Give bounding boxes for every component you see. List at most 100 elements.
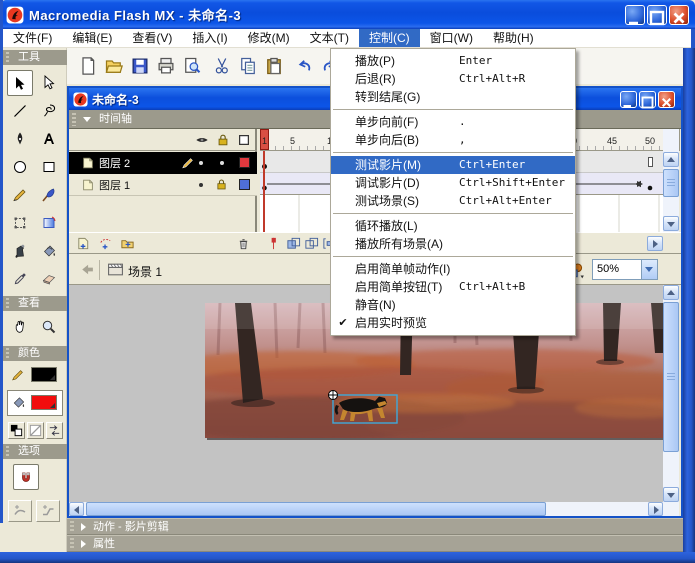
brush-tool[interactable] xyxy=(36,182,62,208)
fill-transform-tool[interactable] xyxy=(36,210,62,236)
timeline-scroll-right-button[interactable] xyxy=(647,236,663,251)
visibility-dot[interactable] xyxy=(199,161,203,165)
add-layer-button[interactable] xyxy=(75,235,92,252)
colors-section-header[interactable]: 颜色 xyxy=(3,346,67,361)
scene-name[interactable]: 场景 1 xyxy=(128,263,162,280)
doc-close-button[interactable] xyxy=(658,91,675,108)
swap-colors-button[interactable] xyxy=(46,422,63,439)
selection-tool[interactable] xyxy=(7,70,33,96)
menu-window[interactable]: 窗口(W) xyxy=(420,29,483,47)
menu-edit[interactable]: 编辑(E) xyxy=(62,29,122,47)
scroll-thumb[interactable] xyxy=(86,502,546,516)
scroll-up-button[interactable] xyxy=(663,152,679,167)
eyedropper-tool[interactable] xyxy=(7,266,33,292)
default-colors-button[interactable] xyxy=(8,422,25,439)
snap-to-objects-toggle[interactable] xyxy=(13,464,39,490)
menu-item-go-to-end[interactable]: 转到结尾(G) xyxy=(331,88,575,106)
outline-column-icon[interactable] xyxy=(237,133,251,147)
layer-row-1[interactable]: 图层 1 xyxy=(69,174,257,196)
menu-text[interactable]: 文本(T) xyxy=(300,29,359,47)
subselection-tool[interactable] xyxy=(36,70,62,96)
visibility-dot[interactable] xyxy=(199,183,203,187)
stage-vertical-scrollbar[interactable] xyxy=(663,285,679,502)
onion-skin-button[interactable] xyxy=(285,235,302,252)
menu-modify[interactable]: 修改(M) xyxy=(238,29,300,47)
layer-row-2[interactable]: 图层 2 xyxy=(69,152,257,174)
copy-icon[interactable] xyxy=(237,55,259,77)
actions-panel-header[interactable]: 动作 - 影片剪辑 xyxy=(67,518,683,535)
hand-tool[interactable] xyxy=(7,314,33,340)
menu-item-step-backward[interactable]: 单步向后(B), xyxy=(331,131,575,149)
open-icon[interactable] xyxy=(103,55,125,77)
layer-outline-color[interactable] xyxy=(239,157,250,168)
maximize-button[interactable] xyxy=(647,5,667,25)
scroll-right-button[interactable] xyxy=(648,502,663,516)
lasso-tool[interactable] xyxy=(36,98,62,124)
doc-maximize-button[interactable] xyxy=(639,91,656,108)
scroll-up-button[interactable] xyxy=(663,285,679,300)
menu-item-enable-live-preview[interactable]: 启用实时预览 xyxy=(331,314,575,332)
stage-horizontal-scrollbar[interactable] xyxy=(69,502,663,516)
scroll-thumb[interactable] xyxy=(663,169,679,197)
timeline-vertical-scrollbar[interactable] xyxy=(663,129,679,232)
text-tool[interactable] xyxy=(36,126,62,152)
layer-outline-color[interactable] xyxy=(239,179,250,190)
ink-bottle-tool[interactable] xyxy=(7,238,33,264)
menu-item-mute-sounds[interactable]: 静音(N) xyxy=(331,296,575,314)
menu-item-step-forward[interactable]: 单步向前(F). xyxy=(331,113,575,131)
menu-item-rewind[interactable]: 后退(R)Ctrl+Alt+R xyxy=(331,70,575,88)
print-icon[interactable] xyxy=(155,55,177,77)
scroll-down-button[interactable] xyxy=(663,216,679,231)
options-section-header[interactable]: 选项 xyxy=(3,444,67,459)
add-motion-guide-button[interactable] xyxy=(97,235,114,252)
menu-insert[interactable]: 插入(I) xyxy=(182,29,237,47)
pen-tool[interactable] xyxy=(7,126,33,152)
menu-item-test-scene[interactable]: 测试场景(S)Ctrl+Alt+Enter xyxy=(331,192,575,210)
app-titlebar[interactable]: Macromedia Flash MX - 未命名-3 xyxy=(0,0,695,29)
view-section-header[interactable]: 查看 xyxy=(3,296,67,311)
menu-control[interactable]: 控制(C) xyxy=(359,29,420,47)
locked-icon[interactable] xyxy=(215,178,228,191)
save-icon[interactable] xyxy=(129,55,151,77)
menu-item-loop-playback[interactable]: 循环播放(L) xyxy=(331,217,575,235)
menu-item-enable-simple-frame-actions[interactable]: 启用简单帧动作(I) xyxy=(331,260,575,278)
oval-tool[interactable] xyxy=(7,154,33,180)
zoom-level-combobox[interactable]: 50% xyxy=(592,259,658,280)
rectangle-tool[interactable] xyxy=(36,154,62,180)
pencil-tool[interactable] xyxy=(7,182,33,208)
properties-panel-header[interactable]: 属性 xyxy=(67,535,683,552)
back-arrow-button[interactable] xyxy=(78,261,95,278)
new-document-icon[interactable] xyxy=(77,55,99,77)
scroll-down-button[interactable] xyxy=(663,487,679,502)
lock-column-icon[interactable] xyxy=(216,133,230,147)
fill-color-swatch[interactable] xyxy=(31,395,57,410)
minimize-button[interactable] xyxy=(625,5,645,25)
scroll-thumb[interactable] xyxy=(663,302,679,452)
center-frame-button[interactable] xyxy=(265,235,282,252)
undo-icon[interactable] xyxy=(293,55,315,77)
add-layer-folder-button[interactable] xyxy=(119,235,136,252)
show-hide-eye-icon[interactable] xyxy=(195,133,209,147)
free-transform-tool[interactable] xyxy=(7,210,33,236)
menu-item-debug-movie[interactable]: 调试影片(D)Ctrl+Shift+Enter xyxy=(331,174,575,192)
onion-skin-outlines-button[interactable] xyxy=(303,235,320,252)
menu-help[interactable]: 帮助(H) xyxy=(483,29,544,47)
menu-item-play[interactable]: 播放(P)Enter xyxy=(331,52,575,70)
scroll-left-button[interactable] xyxy=(69,502,84,516)
menu-item-enable-simple-buttons[interactable]: 启用简单按钮(T)Ctrl+Alt+B xyxy=(331,278,575,296)
zoom-tool[interactable] xyxy=(36,314,62,340)
eraser-tool[interactable] xyxy=(36,266,62,292)
print-preview-icon[interactable] xyxy=(181,55,203,77)
combo-dropdown-button[interactable] xyxy=(641,260,657,279)
menu-view[interactable]: 查看(V) xyxy=(122,29,182,47)
paint-bucket-tool[interactable] xyxy=(36,238,62,264)
menu-item-play-all-scenes[interactable]: 播放所有场景(A) xyxy=(331,235,575,253)
close-button[interactable] xyxy=(669,5,689,25)
cut-icon[interactable] xyxy=(211,55,233,77)
lock-dot[interactable] xyxy=(220,161,224,165)
delete-layer-button[interactable] xyxy=(235,235,252,252)
menu-file[interactable]: 文件(F) xyxy=(3,29,62,47)
no-color-button[interactable] xyxy=(27,422,44,439)
stroke-color-swatch[interactable] xyxy=(31,367,57,382)
tools-section-header[interactable]: 工具 xyxy=(3,50,67,65)
